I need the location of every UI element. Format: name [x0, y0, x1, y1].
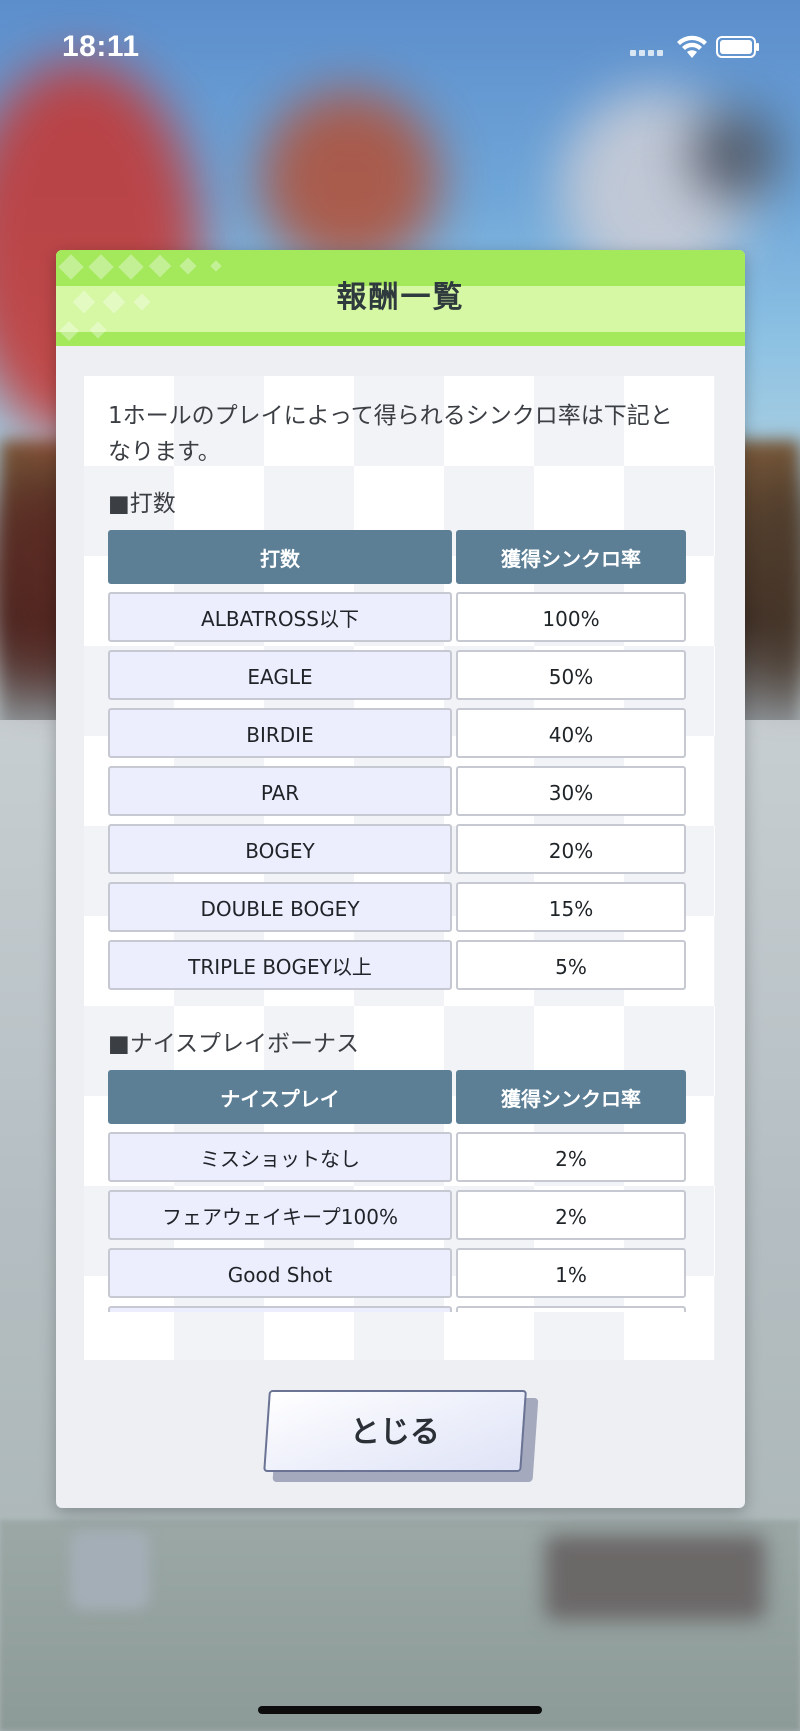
scroll-content[interactable]: 1ホールのプレイによって得られるシンクロ率は下記となります。 ■打数 打数 獲得… — [84, 376, 715, 1360]
strokes-table: 打数 獲得シンクロ率 ALBATROSS以下 100% EAGLE 50% BI… — [108, 530, 686, 990]
table-row: フェアウェイキープ100% 2% — [108, 1190, 686, 1240]
score-label: EAGLE — [108, 650, 452, 700]
score-label: TRIPLE BOGEY以上 — [108, 940, 452, 990]
status-bar: 18:11 — [0, 0, 800, 95]
home-indicator[interactable] — [258, 1706, 542, 1714]
sync-rate-value: 5% — [456, 940, 686, 990]
table-row: BIRDIE 40% — [108, 708, 686, 758]
sync-rate-value: 100% — [456, 592, 686, 642]
status-time: 18:11 — [62, 30, 140, 63]
score-label: DOUBLE BOGEY — [108, 882, 452, 932]
table-row: TRIPLE BOGEY以上 5% — [108, 940, 686, 990]
table-row: BOGEY 20% — [108, 824, 686, 874]
table-header-cell: 獲得シンクロ率 — [456, 530, 686, 584]
sync-rate-value: 50% — [456, 650, 686, 700]
table-row: EAGLE 50% — [108, 650, 686, 700]
reward-list-modal: 報酬一覧 1ホールのプレイによって得られるシンクロ率は下記となります。 ■打数 … — [56, 250, 745, 1508]
table-header-row: ナイスプレイ 獲得シンクロ率 — [108, 1070, 686, 1124]
nice-play-label: Good Shot — [108, 1248, 452, 1298]
intro-text: 1ホールのプレイによって得られるシンクロ率は下記となります。 — [108, 403, 673, 465]
sync-rate-value: 1% — [456, 1248, 686, 1298]
score-label: BOGEY — [108, 824, 452, 874]
score-label: PAR — [108, 766, 452, 816]
sync-rate-value: 2% — [456, 1190, 686, 1240]
nice-play-label: ミスショットなし — [108, 1132, 452, 1182]
table-row: DOUBLE BOGEY 15% — [108, 882, 686, 932]
table-row: PAR 30% — [108, 766, 686, 816]
battery-icon — [716, 36, 759, 58]
cellular-signal-icon — [630, 50, 663, 56]
sync-rate-value: 15% — [456, 882, 686, 932]
close-button[interactable]: とじる — [263, 1390, 539, 1482]
table-header-cell: ナイスプレイ — [108, 1070, 452, 1124]
table-row: ALBATROSS以下 100% — [108, 592, 686, 642]
modal-title: 報酬一覧 — [336, 280, 465, 315]
table-row-clipped — [108, 1306, 686, 1312]
table-row: Good Shot 1% — [108, 1248, 686, 1298]
sync-rate-value: 20% — [456, 824, 686, 874]
table-header-cell: 打数 — [108, 530, 452, 584]
table-header-row: 打数 獲得シンクロ率 — [108, 530, 686, 584]
close-button-label: とじる — [349, 1415, 440, 1450]
score-label: BIRDIE — [108, 708, 452, 758]
section-title-strokes: ■打数 — [108, 491, 176, 517]
section-title-nice-play: ■ナイスプレイボーナス — [108, 1031, 360, 1057]
sync-rate-value: 30% — [456, 766, 686, 816]
table-header-cell: 獲得シンクロ率 — [456, 1070, 686, 1124]
sync-rate-value: 2% — [456, 1132, 686, 1182]
modal-header: 報酬一覧 — [56, 250, 745, 346]
wifi-icon — [677, 35, 707, 58]
nice-play-label: フェアウェイキープ100% — [108, 1190, 452, 1240]
table-row: ミスショットなし 2% — [108, 1132, 686, 1182]
nice-play-table: ナイスプレイ 獲得シンクロ率 ミスショットなし 2% フェアウェイキープ100%… — [108, 1070, 686, 1312]
sync-rate-value: 40% — [456, 708, 686, 758]
score-label: ALBATROSS以下 — [108, 592, 452, 642]
